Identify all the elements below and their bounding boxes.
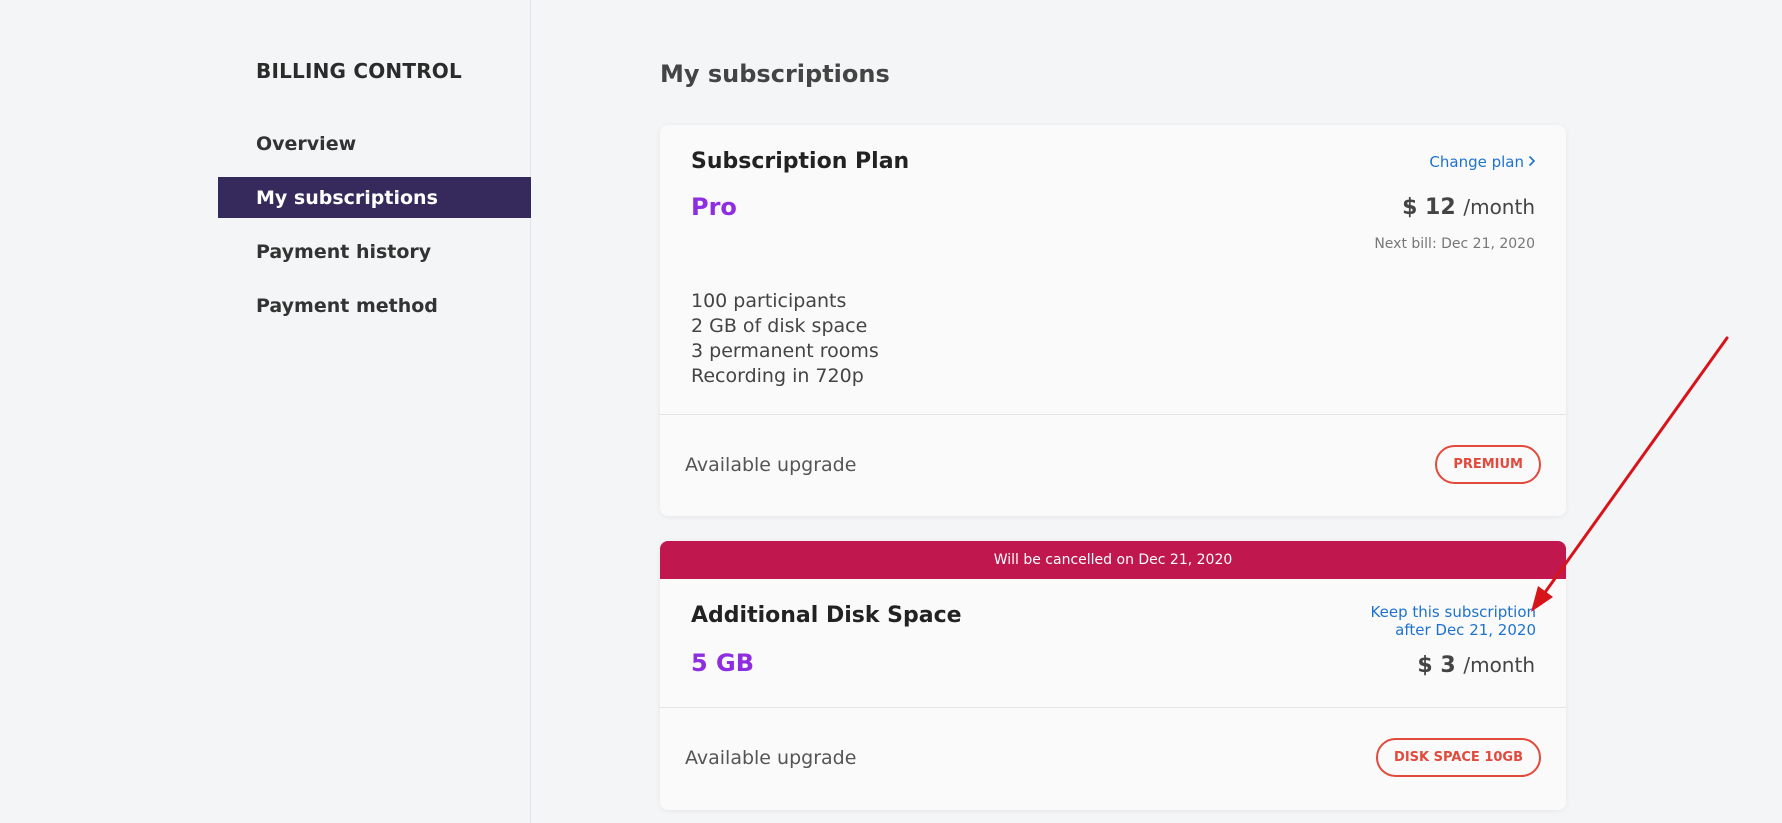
feature-item: Recording in 720p — [691, 365, 864, 387]
disk-price: $ 3 /month — [1417, 653, 1535, 678]
plan-price: $ 12 /month — [1402, 195, 1535, 220]
card-divider — [660, 414, 1566, 415]
additional-disk-space-card: Will be cancelled on Dec 21, 2020 Additi… — [660, 541, 1566, 810]
feature-item: 100 participants — [691, 290, 847, 312]
feature-item: 2 GB of disk space — [691, 315, 868, 337]
page-title: My subscriptions — [660, 60, 890, 88]
price-amount: $ 3 — [1417, 653, 1456, 678]
keep-link-line2: after Dec 21, 2020 — [1395, 621, 1536, 639]
price-period: /month — [1463, 653, 1535, 677]
plan-name: Pro — [691, 193, 737, 221]
subscription-plan-card: Subscription Plan Change plan Pro $ 12 /… — [660, 125, 1566, 516]
available-upgrade-label: Available upgrade — [685, 454, 857, 476]
available-upgrade-label: Available upgrade — [685, 747, 857, 769]
sidebar: BILLING CONTROL Overview My subscription… — [0, 0, 531, 823]
sidebar-item-overview[interactable]: Overview — [218, 123, 531, 164]
sidebar-title: BILLING CONTROL — [256, 59, 462, 83]
premium-upgrade-button[interactable]: PREMIUM — [1435, 445, 1541, 484]
plan-features: 100 participants 2 GB of disk space 3 pe… — [691, 289, 879, 389]
sidebar-item-payment-history[interactable]: Payment history — [218, 231, 531, 272]
price-amount: $ 12 — [1402, 195, 1456, 220]
cancellation-banner: Will be cancelled on Dec 21, 2020 — [660, 541, 1566, 579]
billing-page: BILLING CONTROL Overview My subscription… — [0, 0, 1782, 823]
price-period: /month — [1463, 195, 1535, 219]
sidebar-item-payment-method[interactable]: Payment method — [218, 285, 531, 326]
card-divider — [660, 707, 1566, 708]
chevron-right-icon — [1528, 153, 1536, 171]
keep-link-line1: Keep this subscription — [1370, 603, 1536, 621]
change-plan-link[interactable]: Change plan — [1429, 153, 1536, 171]
sidebar-item-my-subscriptions[interactable]: My subscriptions — [218, 177, 531, 218]
feature-item: 3 permanent rooms — [691, 340, 879, 362]
card-title: Subscription Plan — [691, 149, 910, 174]
change-plan-label: Change plan — [1429, 153, 1524, 171]
card-title: Additional Disk Space — [691, 603, 962, 628]
next-bill-date: Next bill: Dec 21, 2020 — [1374, 236, 1535, 252]
disk-size: 5 GB — [691, 649, 755, 677]
disk-space-upgrade-button[interactable]: DISK SPACE 10GB — [1376, 738, 1541, 777]
keep-subscription-link[interactable]: Keep this subscription after Dec 21, 202… — [1371, 603, 1536, 639]
